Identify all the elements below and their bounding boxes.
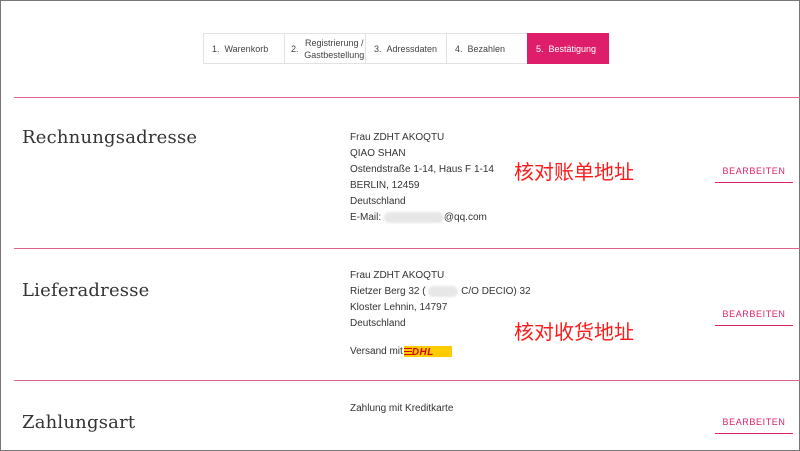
logo-stripe (403, 347, 412, 349)
billing-annotation: 核对账单地址 (514, 160, 634, 184)
step-label: Bestätigung (548, 43, 597, 54)
billing-street: Ostendstraße 1-14, Haus F 1-14 (350, 164, 494, 175)
billing-name-line2: QIAO SHAN (350, 148, 406, 159)
email-label: E-Mail: (350, 212, 382, 223)
street-prefix: Rietzer Berg 32 ( (350, 286, 426, 297)
step-label: Registrierung / Gastbestellung (304, 37, 365, 60)
logo-stripe (403, 353, 412, 355)
shipping-city: Kloster Lehnin, 14797 (350, 302, 448, 313)
shipping-street: Rietzer Berg 32 ( C/O DECIO) 32 (350, 284, 531, 300)
step-number: 4. (455, 43, 463, 54)
redacted-street (428, 285, 459, 297)
shipping-name: Frau ZDHT AKOQTU (350, 270, 445, 281)
section-divider (14, 97, 800, 98)
shipping-address: Frau ZDHT AKOQTU Rietzer Berg 32 ( C/O D… (350, 268, 531, 360)
edit-shipping-button[interactable]: BEARBEITEN (715, 309, 793, 326)
step-number: 3. (374, 43, 382, 54)
dhl-logo-icon: DHL (403, 345, 452, 357)
payment-heading: Zahlungsart (22, 412, 136, 433)
step-registrierung[interactable]: 2. Registrierung / Gastbestellung (284, 33, 366, 64)
step-number: 5. (536, 43, 544, 54)
billing-address: Frau ZDHT AKOQTU QIAO SHAN Ostendstraße … (350, 130, 494, 226)
shipping-method-label: Versand mit (350, 346, 403, 357)
shipping-annotation: 核对收货地址 (514, 320, 634, 344)
shipping-method: Versand mit DHL (350, 344, 531, 360)
step-label: Warenkorb (224, 43, 269, 54)
checkout-steps: 1. Warenkorb 2. Registrierung / Gastbest… (203, 33, 609, 64)
edit-billing-button[interactable]: BEARBEITEN (715, 166, 793, 183)
billing-name: Frau ZDHT AKOQTU (350, 132, 445, 143)
step-bestaetigung[interactable]: 5. Bestätigung (527, 33, 609, 64)
step-warenkorb[interactable]: 1. Warenkorb (203, 33, 285, 64)
email-domain: @qq.com (443, 212, 487, 223)
step-number: 2. (291, 43, 299, 54)
payment-method: Zahlung mit Kreditkarte (350, 403, 454, 414)
shipping-heading: Lieferadresse (22, 280, 150, 301)
step-adressdaten[interactable]: 3. Adressdaten (365, 33, 447, 64)
billing-country: Deutschland (350, 196, 406, 207)
step-bezahlen[interactable]: 4. Bezahlen (446, 33, 528, 64)
logo-stripe (403, 350, 412, 352)
step-label: Adressdaten (386, 43, 438, 54)
step-number: 1. (212, 43, 220, 54)
billing-heading: Rechnungsadresse (22, 127, 198, 148)
street-suffix: C/O DECIO) 32 (461, 286, 531, 297)
billing-email: E-Mail: @qq.com (350, 210, 494, 226)
section-divider (14, 380, 800, 381)
step-label: Bezahlen (467, 43, 506, 54)
edit-payment-button[interactable]: BEARBEITEN (715, 417, 793, 434)
shipping-country: Deutschland (350, 318, 406, 329)
logo-text: DHL (411, 346, 434, 357)
redacted-email (383, 211, 444, 223)
payment-details: Zahlung mit Kreditkarte (350, 401, 453, 417)
section-divider (14, 248, 800, 249)
billing-city: BERLIN, 12459 (350, 180, 420, 191)
